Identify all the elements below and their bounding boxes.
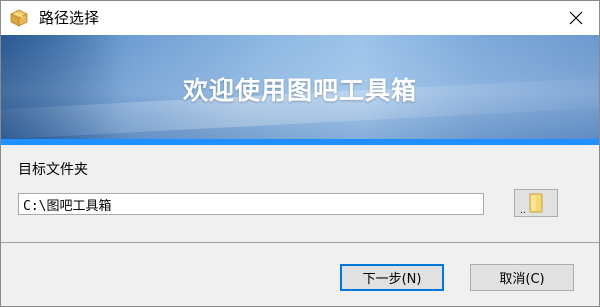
footer-separator	[1, 242, 599, 243]
title-bar: 路径选择	[1, 1, 599, 35]
folder-icon	[529, 193, 543, 213]
browse-dots: ..	[520, 206, 526, 216]
welcome-banner: 欢迎使用图吧工具箱	[1, 35, 599, 139]
browse-folder-button[interactable]: ..	[514, 189, 558, 217]
cancel-button[interactable]: 取消(C)	[470, 264, 574, 291]
target-folder-label: 目标文件夹	[18, 162, 88, 178]
close-icon	[569, 11, 583, 25]
banner-accent-line	[1, 139, 599, 145]
path-selection-dialog: 路径选择 欢迎使用图吧工具箱 目标文件夹 .. 下一步(N) 取消(C)	[0, 0, 600, 307]
banner-title: 欢迎使用图吧工具箱	[182, 76, 417, 105]
target-folder-input[interactable]	[18, 193, 484, 215]
window-title: 路径选择	[39, 9, 100, 27]
package-box-icon	[10, 9, 28, 27]
close-button[interactable]	[553, 1, 599, 35]
next-button[interactable]: 下一步(N)	[340, 264, 444, 291]
